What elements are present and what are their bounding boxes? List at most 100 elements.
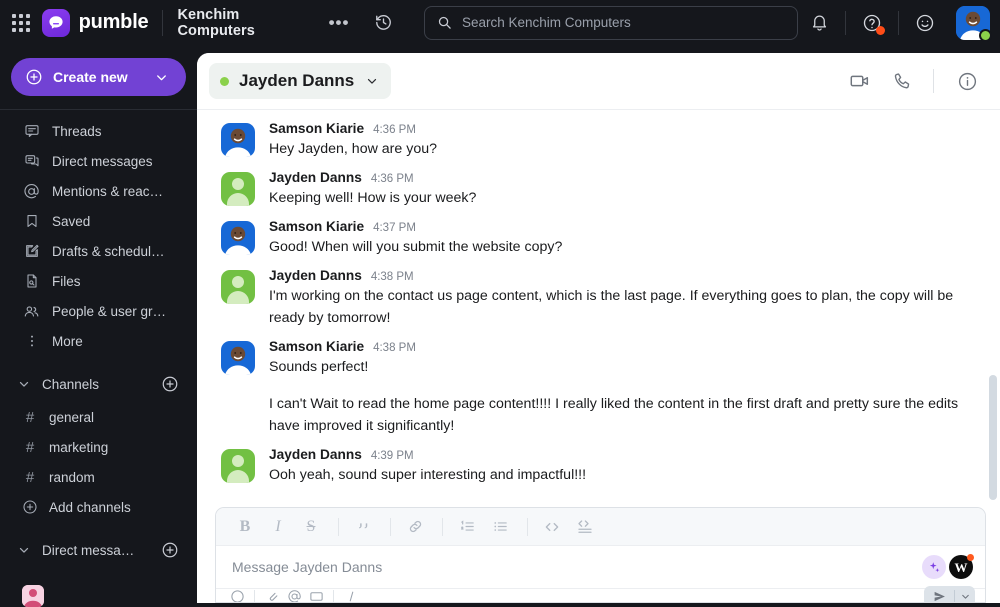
chevron-down-icon <box>154 70 169 85</box>
sidebar-channel-marketing[interactable]: # marketing <box>6 432 191 462</box>
slash-command-icon[interactable] <box>340 587 362 603</box>
message-timestamp: 4:36 PM <box>370 173 414 185</box>
avatar[interactable] <box>956 5 992 42</box>
workspace-name[interactable]: Kenchim Computers <box>177 7 318 39</box>
pumble-mark-icon <box>41 8 70 37</box>
sidebar-item-files[interactable]: Files <box>6 266 191 296</box>
code-block-button[interactable] <box>570 514 600 540</box>
sidebar-channel-general[interactable]: # general <box>6 402 191 432</box>
sidebar-item-drafts[interactable]: Drafts & schedul… <box>6 236 191 266</box>
bulleted-list-button[interactable] <box>485 514 515 540</box>
sidebar-section-direct-messages[interactable]: Direct messa… <box>6 534 191 566</box>
sidebar-item-label: People & user gr… <box>52 303 167 319</box>
gif-icon[interactable] <box>305 587 327 603</box>
sidebar-item-saved[interactable]: Saved <box>6 206 191 236</box>
section-label: Direct messa… <box>42 542 135 558</box>
brand-logo[interactable]: pumble <box>41 8 149 37</box>
file-search-icon <box>22 273 41 289</box>
smiley-face-icon[interactable] <box>910 8 940 38</box>
phone-icon[interactable] <box>885 64 919 98</box>
message-meta: Samson Kiarie 4:38 PM <box>269 339 970 354</box>
bold-button[interactable]: B <box>230 514 260 540</box>
top-bar: pumble Kenchim Computers ••• Search Kenc… <box>0 0 1000 45</box>
info-circle-icon[interactable] <box>950 64 984 98</box>
avatar[interactable] <box>221 270 255 304</box>
sidebar-item-threads[interactable]: Threads <box>6 116 191 146</box>
avatar[interactable] <box>221 341 255 375</box>
avatar-body <box>227 193 249 206</box>
question-circle-icon[interactable] <box>857 8 887 38</box>
sidebar-item-more[interactable]: More <box>6 326 191 356</box>
message-list[interactable]: Samson Kiarie 4:36 PM Hey Jayden, how ar… <box>197 109 1000 507</box>
send-icon <box>924 590 954 602</box>
avatar[interactable] <box>221 449 255 483</box>
message-scrollbar[interactable] <box>989 110 997 507</box>
history-clock-icon[interactable] <box>369 9 397 37</box>
toolbar-divider <box>527 517 528 536</box>
add-dm-plus-circle-icon[interactable] <box>161 541 179 559</box>
action-divider-2 <box>898 10 899 35</box>
avatar[interactable] <box>221 172 255 206</box>
sidebar-item-label: Drafts & schedul… <box>52 243 165 259</box>
message-author[interactable]: Samson Kiarie <box>269 339 364 354</box>
send-options-chevron-down-icon[interactable] <box>955 591 975 602</box>
bookmark-icon <box>22 213 41 229</box>
create-new-button[interactable]: Create new <box>11 58 186 96</box>
sidebar-section-channels[interactable]: Channels <box>6 368 191 400</box>
draft-pencil-icon <box>22 243 41 259</box>
message-body: Jayden Danns 4:36 PM Keeping well! How i… <box>269 170 970 209</box>
video-camera-icon[interactable] <box>843 64 877 98</box>
conversation-title-button[interactable]: Jayden Danns <box>209 63 392 99</box>
more-vertical-icon <box>22 333 41 349</box>
avatar-head <box>232 178 244 190</box>
header-action-divider <box>933 69 934 93</box>
add-channel-plus-circle-icon[interactable] <box>161 375 179 393</box>
sidebar-item-people[interactable]: People & user gr… <box>6 296 191 326</box>
grid-apps-icon[interactable] <box>8 10 34 36</box>
send-button[interactable] <box>924 585 975 602</box>
message-input[interactable]: Message Jayden Danns W <box>216 546 985 588</box>
chat-header: Jayden Danns <box>197 53 1000 109</box>
message-author[interactable]: Jayden Danns <box>269 447 362 462</box>
mention-icon[interactable] <box>283 587 305 602</box>
message-meta: Jayden Danns 4:38 PM <box>269 268 970 283</box>
avatar[interactable] <box>221 123 255 157</box>
italic-button[interactable]: I <box>263 514 293 540</box>
code-button[interactable] <box>537 514 567 540</box>
threads-icon <box>22 123 41 139</box>
link-button[interactable] <box>400 514 430 540</box>
ai-sparkle-icon[interactable] <box>922 555 946 579</box>
message-author[interactable]: Jayden Danns <box>269 170 362 185</box>
message-meta: Samson Kiarie 4:36 PM <box>269 121 970 136</box>
sidebar-channel-random[interactable]: # random <box>6 462 191 492</box>
message-meta: Jayden Danns 4:36 PM <box>269 170 970 185</box>
message-text: I'm working on the contact us page conte… <box>269 288 954 326</box>
sidebar-item-label: Mentions & reac… <box>52 183 164 199</box>
at-mention-icon <box>22 183 41 200</box>
workspace-more-icon[interactable]: ••• <box>329 14 350 31</box>
blockquote-button[interactable] <box>348 514 378 540</box>
strikethrough-button[interactable]: S <box>296 514 326 540</box>
sidebar-item-direct-messages[interactable]: Direct messages <box>6 146 191 176</box>
search-icon <box>438 16 451 29</box>
sidebar-add-channels[interactable]: Add channels <box>6 492 191 522</box>
bell-icon[interactable] <box>804 8 834 38</box>
avatar[interactable] <box>221 221 255 255</box>
message-body: Jayden Danns 4:39 PM Ooh yeah, sound sup… <box>269 447 970 486</box>
sidebar-item-label: Files <box>52 273 81 289</box>
message-author[interactable]: Samson Kiarie <box>269 121 364 136</box>
message-author[interactable]: Samson Kiarie <box>269 219 364 234</box>
search-input[interactable]: Search Kenchim Computers <box>423 5 798 40</box>
message-author[interactable]: Jayden Danns <box>269 268 362 283</box>
scrollbar-thumb[interactable] <box>989 375 997 500</box>
header-divider <box>162 9 164 36</box>
emoji-picker-icon[interactable] <box>226 587 248 602</box>
sidebar-dm-item[interactable] <box>22 585 56 607</box>
message-item: Samson Kiarie 4:36 PM Hey Jayden, how ar… <box>197 116 1000 165</box>
toolbar-divider <box>390 517 391 536</box>
ordered-list-button[interactable] <box>452 514 482 540</box>
formatting-toolbar: B I S <box>216 508 985 546</box>
w-badge-icon[interactable]: W <box>949 554 974 579</box>
sidebar-item-mentions[interactable]: Mentions & reac… <box>6 176 191 206</box>
attach-icon[interactable] <box>261 587 283 603</box>
